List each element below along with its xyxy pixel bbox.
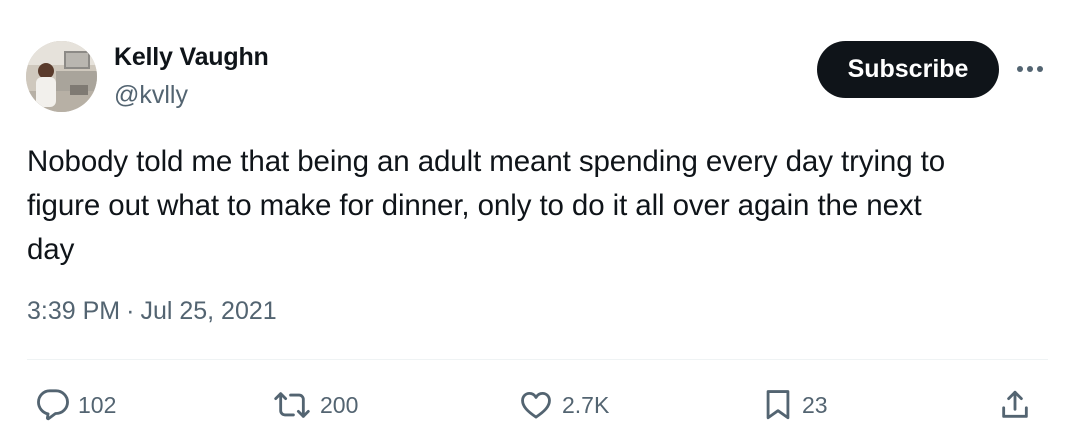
bookmark-icon [766, 390, 790, 420]
share-icon [1002, 390, 1028, 418]
retweet-button[interactable]: 200 [272, 384, 358, 426]
tweet-time: 3:39 PM [27, 297, 121, 325]
divider [27, 359, 1048, 360]
tweet-card: Kelly Vaughn @kvlly Subscribe Nobody tol… [0, 0, 1078, 442]
bookmark-button[interactable]: 23 [762, 384, 828, 426]
heart-icon [521, 391, 551, 419]
bookmark-count: 23 [802, 391, 828, 418]
reply-icon [37, 389, 69, 421]
share-button[interactable] [998, 384, 1032, 426]
tweet-date: Jul 25, 2021 [140, 297, 277, 325]
tweet-timestamp[interactable]: 3:39 PM · Jul 25, 2021 [27, 297, 277, 326]
retweet-count: 200 [320, 391, 359, 418]
retweet-icon [274, 392, 310, 418]
profile-photo [26, 41, 97, 112]
avatar[interactable] [26, 41, 97, 112]
author-name[interactable]: Kelly Vaughn [114, 43, 269, 72]
reply-button[interactable]: 102 [36, 384, 116, 426]
like-count: 2.7K [562, 391, 610, 418]
tweet-text: Nobody told me that being an adult meant… [27, 145, 946, 266]
reply-count: 102 [78, 391, 117, 418]
author-handle[interactable]: @kvlly [114, 81, 188, 110]
more-options-button[interactable] [1010, 56, 1050, 82]
like-button[interactable]: 2.7K [518, 384, 609, 426]
meta-separator: · [126, 297, 135, 325]
more-options-icon [1017, 66, 1043, 72]
subscribe-button[interactable]: Subscribe [817, 41, 999, 98]
